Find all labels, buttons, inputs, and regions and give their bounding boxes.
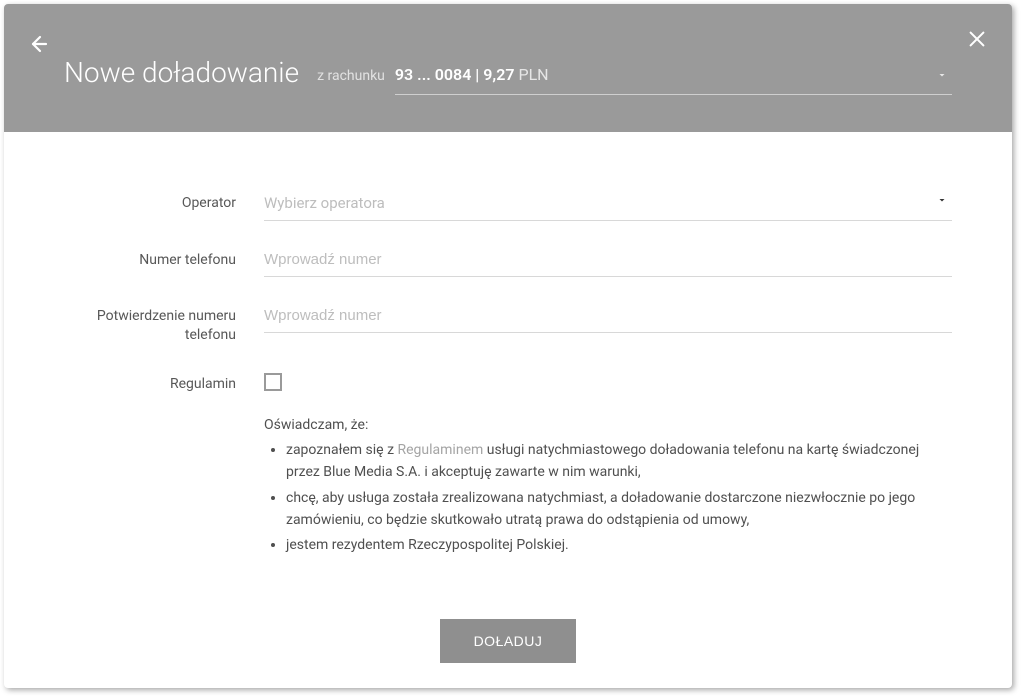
operator-select[interactable]: Wybierz operatora xyxy=(264,192,952,221)
row-phone-confirm: Potwierdzenie numeru telefonu xyxy=(64,305,952,345)
term-item-3: jestem rezydentem Rzeczypospolitej Polsk… xyxy=(286,535,952,557)
back-button[interactable] xyxy=(26,32,50,56)
header-row: Nowe doładowanie z rachunku 93 ... 0084 … xyxy=(64,56,952,97)
label-terms: Regulamin xyxy=(64,373,264,394)
operator-placeholder: Wybierz operatora xyxy=(264,194,385,212)
declaration-intro: Oświadczam, że: xyxy=(264,415,952,437)
row-phone: Numer telefonu xyxy=(64,249,952,277)
page-title: Nowe doładowanie xyxy=(64,56,299,89)
terms-text: Oświadczam, że: zapoznałem się z Regulam… xyxy=(264,415,952,557)
label-operator: Operator xyxy=(64,192,264,213)
submit-row: DOŁADUJ xyxy=(64,619,952,663)
term-item-1: zapoznałem się z Regulaminem usługi naty… xyxy=(286,440,952,483)
chevron-down-icon xyxy=(936,69,948,81)
phone-input[interactable] xyxy=(264,249,952,277)
account-select[interactable]: 93 ... 0084 | 9,27 PLN xyxy=(395,65,952,95)
terms-link[interactable]: Regulaminem xyxy=(398,442,484,458)
header: Nowe doładowanie z rachunku 93 ... 0084 … xyxy=(4,4,1012,132)
account-currency: PLN xyxy=(518,65,548,84)
account-from-label: z rachunku xyxy=(317,68,385,84)
terms-checkbox[interactable] xyxy=(264,373,282,391)
chevron-down-icon xyxy=(936,194,948,206)
modal-page: Nowe doładowanie z rachunku 93 ... 0084 … xyxy=(4,4,1012,688)
row-terms: Regulamin Oświadczam, że: zapoznałem się… xyxy=(64,373,952,561)
form-body: Operator Wybierz operatora Numer telefon… xyxy=(4,132,1012,688)
account-value: 93 ... 0084 | 9,27 xyxy=(395,65,515,84)
row-operator: Operator Wybierz operatora xyxy=(64,192,952,221)
phone-confirm-input[interactable] xyxy=(264,305,952,333)
term-item-2: chcę, aby usługa została zrealizowana na… xyxy=(286,488,952,531)
label-phone-confirm: Potwierdzenie numeru telefonu xyxy=(64,305,264,345)
label-phone: Numer telefonu xyxy=(64,249,264,270)
submit-button[interactable]: DOŁADUJ xyxy=(440,619,577,663)
close-button[interactable] xyxy=(966,28,990,52)
